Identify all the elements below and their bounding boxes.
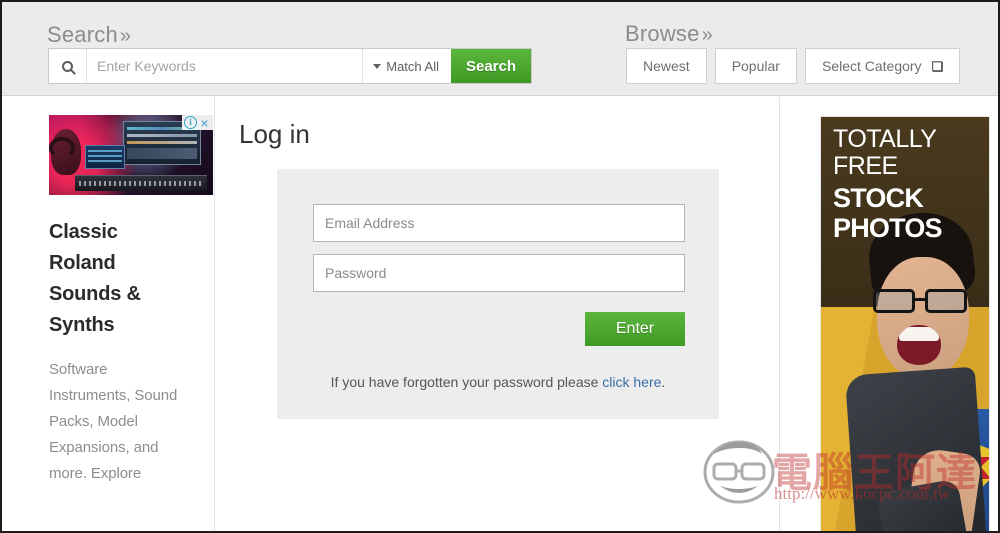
headphones-icon xyxy=(49,137,75,159)
select-category-label: Select Category xyxy=(821,58,922,74)
match-mode-dropdown[interactable]: Match All xyxy=(362,49,451,83)
close-icon[interactable]: × xyxy=(198,116,211,130)
search-icon[interactable] xyxy=(49,49,87,83)
chevron-down-icon xyxy=(373,63,382,69)
adchoices-info-icon[interactable]: i xyxy=(184,116,197,129)
right-ad-text: TOTALLY FREE STOCK PHOTOS xyxy=(833,127,983,242)
right-ad-line-4: PHOTOS xyxy=(833,213,943,243)
left-ad-headline: Classic Roland Sounds & Synths xyxy=(49,221,141,336)
forgot-password-line: If you have forgotten your password plea… xyxy=(277,374,719,390)
stock-photo-model xyxy=(844,207,989,531)
browse-section-title: Browse» xyxy=(625,21,713,47)
ad-person-silhouette xyxy=(49,129,81,175)
login-form-panel: Enter If you have forgotten your passwor… xyxy=(277,169,719,419)
left-advertisement[interactable]: i × Classic Roland Sounds & Synths Softw… xyxy=(27,97,215,531)
search-button[interactable]: Search xyxy=(451,49,531,83)
right-ad-line-3: STOCK xyxy=(833,183,924,213)
email-field[interactable] xyxy=(313,204,685,242)
right-advertisement[interactable]: TOTALLY FREE STOCK PHOTOS xyxy=(820,116,990,531)
site-header: Search» Match All Search Browse» Newest … xyxy=(2,2,998,96)
search-section-title: Search» xyxy=(47,22,131,48)
search-input[interactable] xyxy=(87,49,363,83)
right-ad-line-1: TOTALLY xyxy=(833,125,937,153)
password-field[interactable] xyxy=(313,254,685,292)
page-title: Log in xyxy=(239,119,310,149)
enter-button[interactable]: Enter xyxy=(585,312,685,346)
glasses-icon xyxy=(873,289,971,315)
select-category-dropdown[interactable]: Select Category ❏ xyxy=(804,48,961,84)
browse-section-label: Browse xyxy=(625,21,700,46)
search-section-chevron: » xyxy=(119,25,132,47)
browse-popular-button[interactable]: Popular xyxy=(714,48,797,84)
forgot-password-suffix: . xyxy=(661,374,666,390)
browse-buttons: Newest Popular Select Category ❏ xyxy=(626,48,961,84)
midi-keyboard-graphic xyxy=(75,175,207,191)
chevron-down-icon: ❏ xyxy=(931,58,944,74)
left-ad-image[interactable]: i × xyxy=(49,115,213,195)
browser-viewport: Search» Match All Search Browse» Newest … xyxy=(0,0,1000,533)
browse-newest-button[interactable]: Newest xyxy=(626,48,707,84)
search-section-label: Search xyxy=(47,22,118,47)
browse-popular-label: Popular xyxy=(731,58,780,74)
laptop-graphic xyxy=(85,145,125,169)
main-content: Log in Enter If you have forgotten your … xyxy=(215,97,780,531)
forgot-password-link[interactable]: click here xyxy=(602,374,661,390)
match-mode-label: Match All xyxy=(386,58,439,74)
browse-newest-label: Newest xyxy=(643,58,690,74)
ad-controls[interactable]: i × xyxy=(182,115,213,130)
left-ad-body-text: Software Instruments, Sound Packs, Model… xyxy=(49,361,178,482)
forgot-password-text: If you have forgotten your password plea… xyxy=(330,374,603,390)
search-bar[interactable]: Match All Search xyxy=(48,48,532,84)
browse-section-chevron: » xyxy=(701,24,713,46)
right-ad-line-2: FREE xyxy=(833,152,898,180)
